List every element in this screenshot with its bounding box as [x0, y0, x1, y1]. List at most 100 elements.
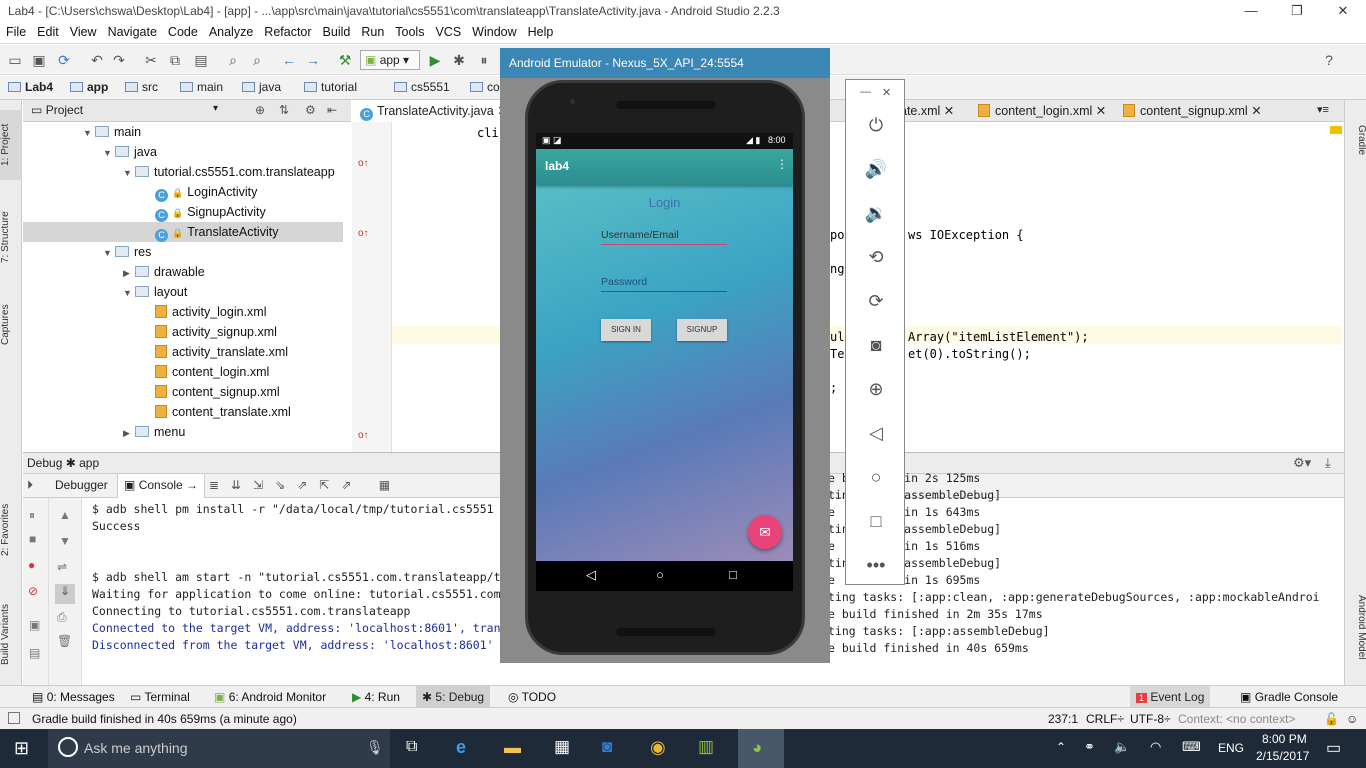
undo-icon[interactable]: ↶	[88, 51, 106, 69]
menu-refactor[interactable]: Refactor	[258, 22, 316, 39]
menu-code[interactable]: Code	[162, 22, 203, 39]
android-monitor-tool[interactable]: ▣ 6: Android Monitor	[214, 690, 326, 704]
cortana-search[interactable]: Ask me anything 🎙	[48, 729, 390, 768]
tree-item[interactable]: content_signup.xml	[23, 382, 343, 402]
pause-icon[interactable]: ⏸	[29, 508, 35, 523]
menu-build[interactable]: Build	[317, 22, 356, 39]
power-icon[interactable]: ⏻	[861, 110, 891, 140]
close-icon[interactable]: ✕	[1096, 104, 1106, 118]
mute-breakpoints-icon[interactable]: ⊘	[28, 584, 38, 598]
edge-icon[interactable]: e	[456, 737, 466, 758]
gradle-tool-tab[interactable]: Gradle	[1345, 110, 1366, 170]
expand-arrow-icon[interactable]: ▼	[83, 123, 95, 143]
debug-icon[interactable]: ✱	[450, 51, 468, 69]
question-icon[interactable]: ?	[1320, 51, 1338, 69]
tree-item[interactable]: activity_login.xml	[23, 302, 343, 322]
app-icon[interactable]: ▥	[698, 737, 714, 757]
username-field[interactable]: Username/Email	[601, 229, 727, 245]
password-field[interactable]: Password	[601, 276, 727, 292]
project-view-selector[interactable]: ▭ Project	[31, 103, 83, 117]
breadcrumb-item[interactable]: tutorial	[304, 80, 357, 94]
soft-wrap-icon[interactable]: ⇌	[57, 560, 67, 574]
tree-item[interactable]: ▼ layout	[23, 282, 343, 302]
sign-in-button[interactable]: SIGN IN	[601, 319, 651, 341]
back-icon[interactable]: ◁	[861, 418, 891, 448]
expand-arrow-icon[interactable]: ▼	[103, 143, 115, 163]
android-studio-taskbar[interactable]: ◕	[738, 729, 784, 768]
tree-item[interactable]: ▼ main	[23, 122, 343, 142]
scroll-end-icon[interactable]: ⇓	[55, 584, 75, 604]
tab-content-signup-xml[interactable]: content_signup.xml ✕	[1115, 100, 1270, 122]
expand-arrow-icon[interactable]: ▶	[123, 263, 135, 283]
rotate-right-icon[interactable]: ⟳	[861, 286, 891, 316]
sync-icon[interactable]: ⟳	[55, 51, 73, 69]
more-icon[interactable]: •••	[861, 550, 891, 580]
tab-overflow-icon[interactable]: ▾≡	[1317, 103, 1329, 116]
run-config-select[interactable]: ▣ app ▾	[360, 50, 420, 70]
menu-view[interactable]: View	[64, 22, 102, 39]
store-icon[interactable]: ▦	[554, 737, 570, 757]
override-marker-icon[interactable]: o↑	[358, 430, 369, 441]
zoom-icon[interactable]: ⊕	[861, 374, 891, 404]
todo-tool[interactable]: ◎ TODO	[508, 690, 556, 704]
captures-tool-tab[interactable]: Captures	[0, 295, 22, 355]
messages-tool[interactable]: ▤ 0: Messages	[32, 690, 115, 704]
fab-email-icon[interactable]: ✉	[748, 515, 782, 549]
notification-center-icon[interactable]: ▭	[1326, 738, 1341, 758]
resume-icon[interactable]: ⏵	[27, 478, 33, 493]
event-log-tool[interactable]: 1 Event Log	[1130, 686, 1211, 708]
save-icon[interactable]: ▣	[30, 51, 48, 69]
overflow-menu-icon[interactable]: ⋮	[776, 157, 788, 171]
back-icon[interactable]: ←	[280, 51, 298, 69]
outlook-icon[interactable]: ◙	[602, 737, 612, 757]
expand-arrow-icon[interactable]: ▶	[123, 423, 135, 443]
tree-item[interactable]: activity_signup.xml	[23, 322, 343, 342]
debug-tool[interactable]: ✱ 5: Debug	[416, 686, 491, 708]
open-folder-icon[interactable]: ▭	[6, 51, 24, 69]
expand-arrow-icon[interactable]: ▼	[123, 163, 135, 183]
tab-console[interactable]: ▣ Console →	[117, 474, 206, 498]
collapse-icon[interactable]: ⇅	[279, 103, 289, 117]
gear-icon[interactable]: ⚙	[305, 103, 316, 117]
volume-icon[interactable]: 🔈	[1114, 739, 1130, 755]
rotate-left-icon[interactable]: ⟲	[861, 242, 891, 272]
windows-start-icon[interactable]: ⊞	[14, 738, 29, 759]
menu-edit[interactable]: Edit	[31, 22, 64, 39]
file-explorer-icon[interactable]: ▬	[504, 738, 521, 758]
camera-icon[interactable]: ▣	[29, 618, 40, 632]
override-marker-icon[interactable]: o↑	[358, 228, 369, 239]
microphone-icon[interactable]: 🎙	[366, 739, 384, 756]
menu-analyze[interactable]: Analyze	[203, 22, 258, 39]
hide-icon[interactable]: ⤓	[1325, 455, 1331, 471]
tree-item[interactable]: ▶ menu	[23, 422, 343, 442]
expand-arrow-icon[interactable]: ▼	[123, 283, 135, 303]
breadcrumb-item[interactable]: main	[180, 80, 223, 94]
project-tool-tab[interactable]: 1: Project	[0, 110, 22, 180]
minimize-button[interactable]: —	[1228, 0, 1274, 22]
hide-icon[interactable]: ⇤	[327, 103, 337, 117]
cut-icon[interactable]: ✂	[142, 51, 160, 69]
breadcrumb-item[interactable]: app	[70, 80, 108, 94]
terminal-tool[interactable]: ▭ Terminal	[130, 690, 190, 704]
breadcrumb-item[interactable]: cs5551	[394, 80, 450, 94]
warning-marker[interactable]	[1330, 126, 1342, 134]
clear-icon[interactable]: 🗑	[57, 634, 72, 648]
tree-item[interactable]: content_translate.xml	[23, 402, 343, 422]
keyboard-icon[interactable]: ⌨	[1182, 739, 1201, 755]
structure-tool-tab[interactable]: 7: Structure	[0, 200, 22, 275]
chevron-down-icon[interactable]: ▾	[213, 103, 218, 114]
pause-icon[interactable]: ⏸	[475, 51, 493, 69]
breakpoints-icon[interactable]: ●	[28, 558, 35, 572]
target-icon[interactable]: ⊕	[255, 103, 265, 117]
print-icon[interactable]: ⎙	[57, 610, 67, 625]
tree-item[interactable]: C 🔒 LoginActivity	[23, 182, 343, 202]
menu-vcs[interactable]: VCS	[429, 22, 466, 39]
run-icon[interactable]: ▶	[426, 51, 444, 69]
tree-item[interactable]: C 🔒 TranslateActivity	[23, 222, 343, 242]
maximize-button[interactable]: ❐	[1274, 0, 1320, 22]
back-nav-icon[interactable]: ◁	[586, 567, 596, 583]
language-indicator[interactable]: ENG	[1218, 741, 1244, 755]
panel-toggle-icon[interactable]	[8, 712, 20, 724]
tray-chevron-icon[interactable]: ⌃	[1056, 740, 1066, 754]
chrome-icon[interactable]: ◉	[650, 737, 666, 758]
